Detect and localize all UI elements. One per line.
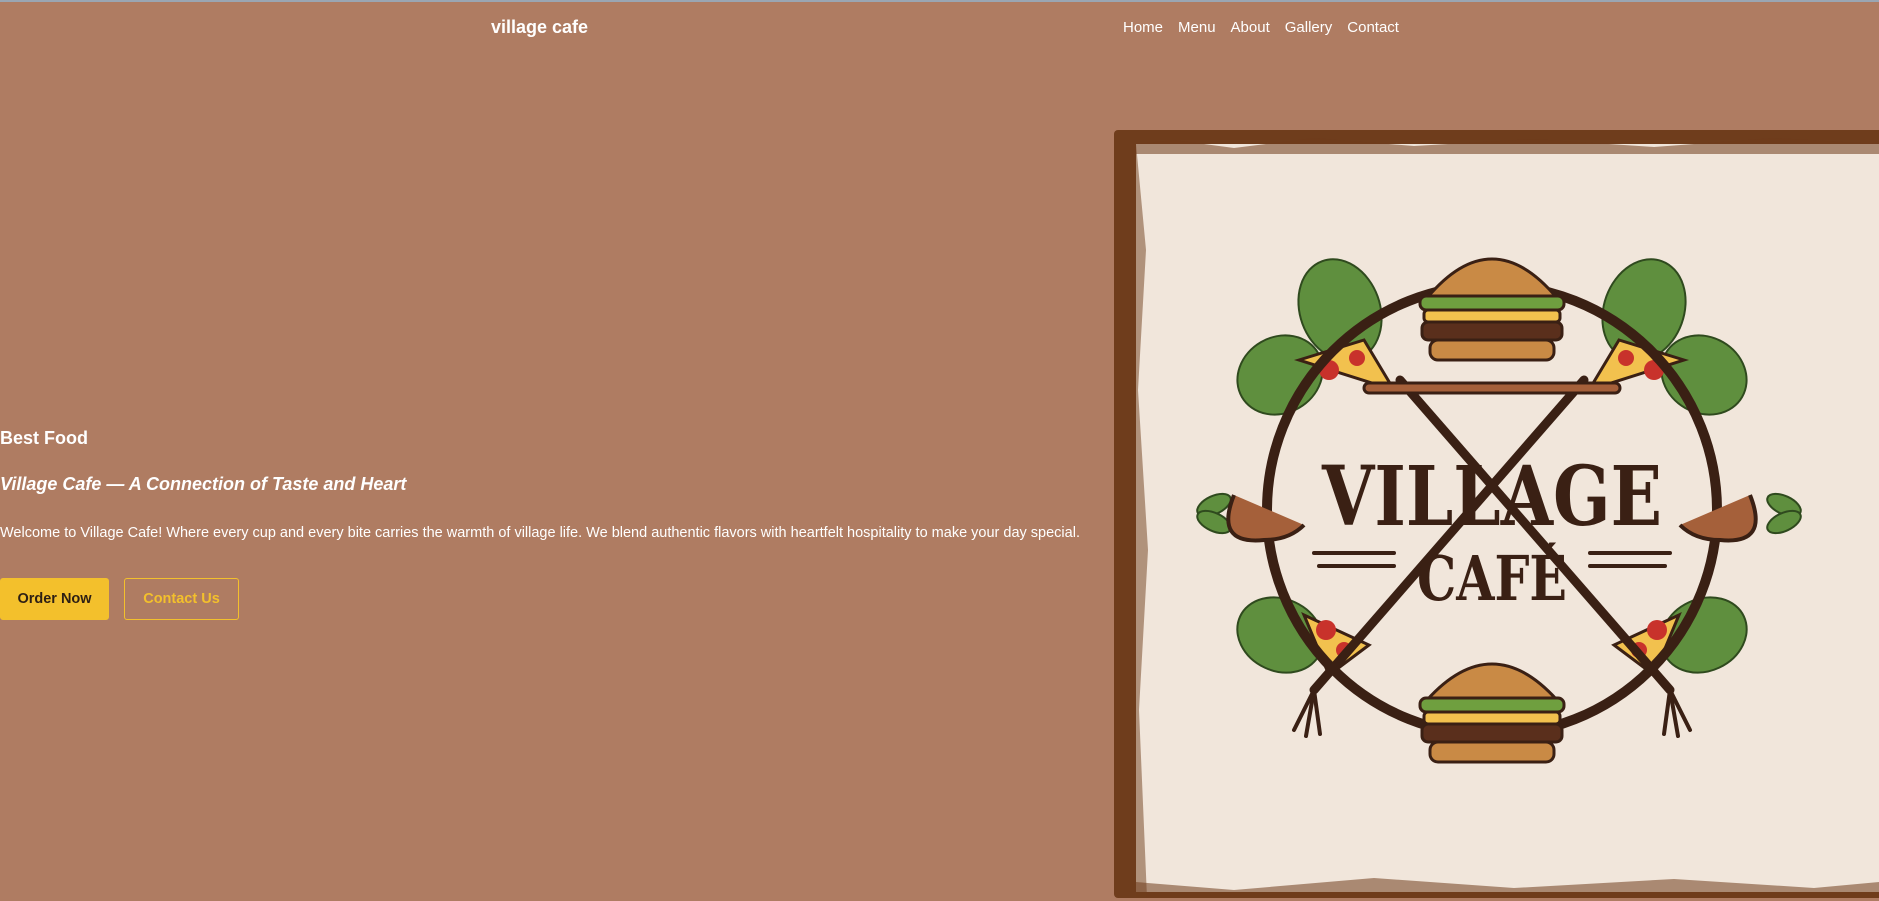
logo-image-frame: VILLAGE CAFÉ <box>1114 130 1879 898</box>
hero-tagline: Village Cafe — A Connection of Taste and… <box>0 474 407 494</box>
nav-about[interactable]: About <box>1231 19 1270 36</box>
hero-intro: Welcome to Village Cafe! Where every cup… <box>0 525 1080 541</box>
hero-eyebrow: Best Food <box>0 428 88 448</box>
hero-section: Best Food Village Cafe — A Connection of… <box>0 428 1100 620</box>
nav-home[interactable]: Home <box>1123 19 1163 36</box>
logo-word-village: VILLAGE <box>1321 449 1662 545</box>
brand-name[interactable]: village cafe <box>491 17 588 38</box>
logo-word-cafe: CAFÉ <box>1417 542 1567 615</box>
village-cafe-logo: VILLAGE CAFÉ <box>1136 138 1879 898</box>
nav-contact[interactable]: Contact <box>1347 19 1399 36</box>
hero-buttons: Order Now Contact Us <box>0 578 239 620</box>
main-nav: Home Menu About Gallery Contact <box>1123 19 1399 36</box>
nav-gallery[interactable]: Gallery <box>1285 19 1333 36</box>
contact-us-button[interactable]: Contact Us <box>124 578 239 620</box>
site-header: village cafe Home Menu About Gallery Con… <box>0 0 1879 56</box>
nav-menu[interactable]: Menu <box>1178 19 1216 36</box>
order-now-button[interactable]: Order Now <box>0 578 109 620</box>
